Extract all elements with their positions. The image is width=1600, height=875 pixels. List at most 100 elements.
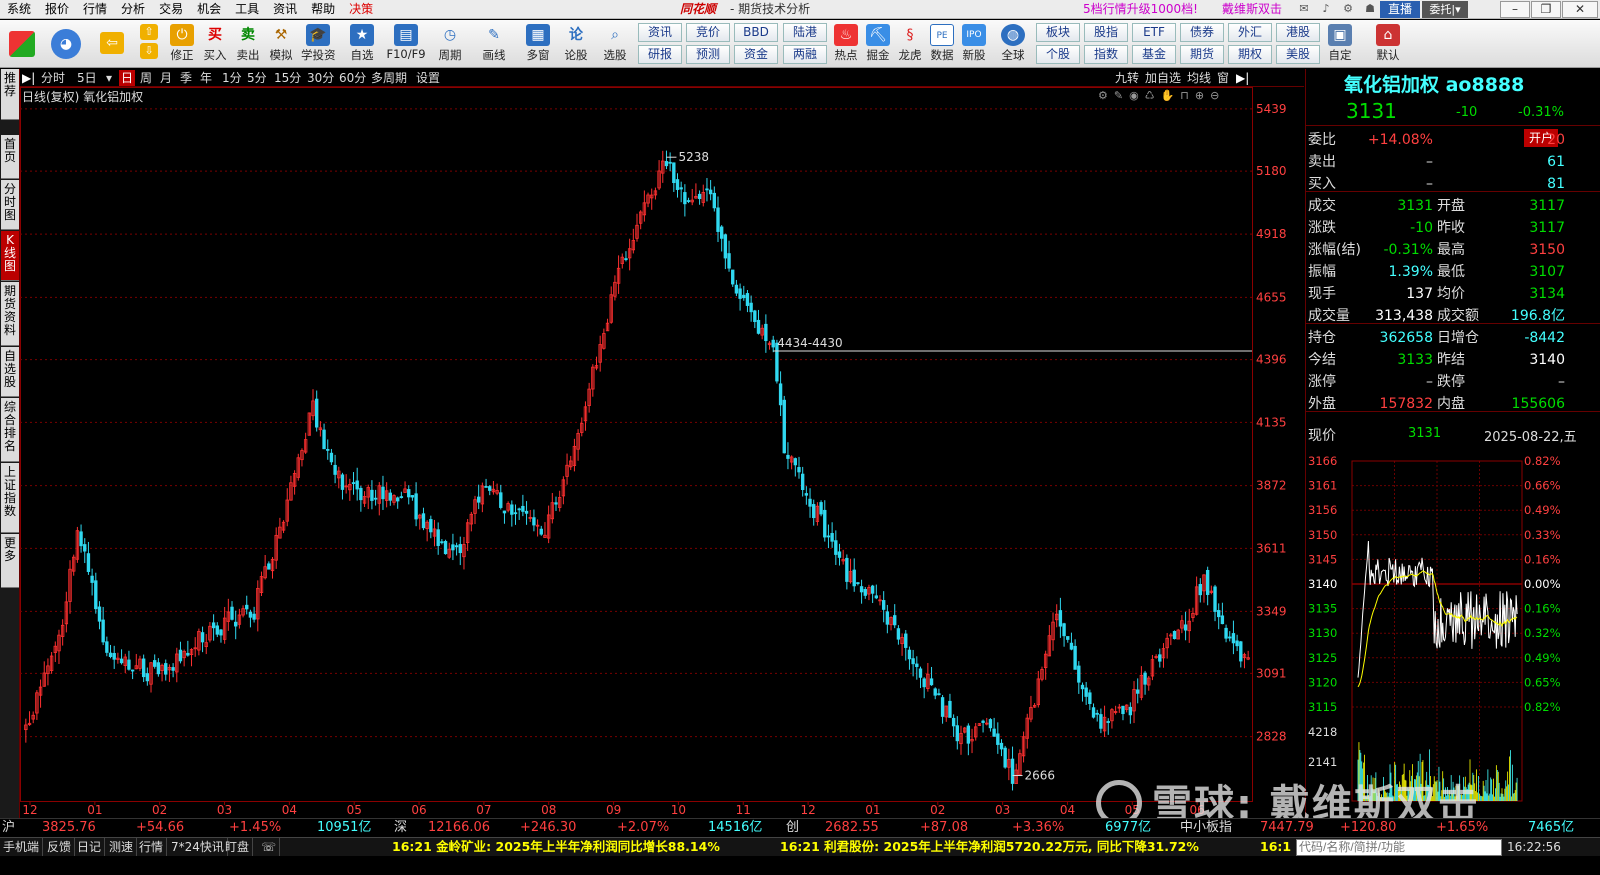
tool-stockpick[interactable]: ⌕ 选股: [596, 22, 634, 66]
period-5min[interactable]: 5分: [247, 70, 267, 86]
period-day[interactable]: 日: [119, 70, 136, 86]
menu-opportunity[interactable]: 机会: [190, 0, 228, 19]
tool-hotspot[interactable]: ♨ 热点: [830, 22, 862, 66]
entrust-button[interactable]: 委托|▾: [1422, 1, 1468, 18]
tab-watchlist[interactable]: 自选股: [1, 347, 19, 397]
btn-window[interactable]: 窗: [1217, 70, 1229, 86]
play-icon[interactable]: ▶|: [22, 70, 35, 86]
index-cy-name[interactable]: 创: [786, 819, 799, 837]
home-logo-button[interactable]: [6, 22, 38, 66]
tool-dragon[interactable]: § 龙虎: [894, 22, 926, 66]
btn-ma[interactable]: 均线: [1187, 70, 1211, 86]
tab-ranking[interactable]: 综合排名: [1, 398, 19, 462]
tab-sh-index[interactable]: 上证指数: [1, 463, 19, 533]
tab-kline[interactable]: K线图: [1, 231, 19, 281]
index-sz-name[interactable]: 深: [394, 819, 407, 837]
btn-auction[interactable]: 竞价: [686, 23, 730, 42]
tool-ipo[interactable]: IPO 新股: [958, 22, 990, 66]
btn-bond[interactable]: 债券: [1180, 23, 1224, 42]
btn-speedtest[interactable]: 测速: [106, 838, 138, 856]
user-name[interactable]: 戴维斯双击: [1222, 0, 1282, 19]
menu-analysis[interactable]: 分析: [114, 0, 152, 19]
period-timeshare[interactable]: 分时: [41, 70, 65, 86]
tool-f10[interactable]: ▤ F10/F9: [386, 22, 426, 66]
tool-forum[interactable]: 论论股: [560, 22, 592, 66]
btn-hk-connect[interactable]: 陆港: [783, 23, 827, 42]
back-button[interactable]: ⇦: [96, 22, 128, 66]
btn-futures[interactable]: 期货: [1180, 45, 1224, 64]
tool-watchlist[interactable]: ★ 自选: [343, 22, 381, 66]
btn-forex[interactable]: 外汇: [1228, 23, 1272, 42]
period-multi[interactable]: 多周期: [371, 70, 407, 86]
tab-recommend[interactable]: 推荐: [1, 69, 19, 120]
period-30min[interactable]: 30分: [307, 70, 334, 86]
period-5day[interactable]: 5日: [77, 70, 97, 86]
tool-buy[interactable]: 买买入: [199, 22, 231, 66]
btn-add-watch[interactable]: 加自选: [1145, 70, 1181, 86]
btn-mobile[interactable]: 手机端: [0, 838, 44, 856]
restore-button[interactable]: ❐: [1531, 1, 1561, 18]
tool-sell[interactable]: 卖卖出: [232, 22, 264, 66]
tab-timeshare[interactable]: 分时图: [1, 180, 19, 230]
menu-trade[interactable]: 交易: [152, 0, 190, 19]
period-60min[interactable]: 60分: [339, 70, 366, 86]
btn-nine-turn[interactable]: 九转: [1115, 70, 1139, 86]
tool-simulate[interactable]: ⚒ 模拟: [265, 22, 297, 66]
btn-feedback[interactable]: 反馈: [44, 838, 76, 856]
pen-icon[interactable]: ✎: [1114, 89, 1129, 102]
btn-research[interactable]: 研报: [638, 45, 682, 64]
tool-multiwindow[interactable]: ▦ 多窗: [519, 22, 557, 66]
collapse-icon[interactable]: ▶|: [1236, 70, 1249, 86]
tool-custom[interactable]: ▣ 自定: [1322, 22, 1358, 66]
chart-settings[interactable]: 设置: [416, 70, 440, 86]
index-sh-name[interactable]: 沪: [2, 819, 15, 837]
tool-fix[interactable]: ⏻ 修正: [166, 22, 198, 66]
hand-icon[interactable]: ✋: [1161, 89, 1181, 102]
tool-global[interactable]: ◍ 全球: [994, 22, 1032, 66]
btn-us-stock[interactable]: 美股: [1276, 45, 1320, 64]
btn-bbd[interactable]: BBD: [734, 23, 778, 42]
news-ticker-3[interactable]: 16:1: [1260, 838, 1291, 856]
close-button[interactable]: ✕: [1562, 1, 1598, 18]
bell-icon[interactable]: ♪: [1318, 2, 1334, 16]
chat-icon[interactable]: ☏: [258, 838, 281, 856]
menu-decision[interactable]: 决策: [342, 0, 380, 19]
news-ticker-1[interactable]: 16:21 金岭矿业: 2025年上半年净利润同比增长88.14%: [392, 838, 720, 856]
btn-diary[interactable]: 日记: [74, 838, 106, 856]
zoom-in-icon[interactable]: ⊕: [1195, 89, 1210, 102]
menu-news[interactable]: 资讯: [266, 0, 304, 19]
zoom-out-icon[interactable]: ⊖: [1210, 89, 1225, 102]
btn-news[interactable]: 资讯: [638, 23, 682, 42]
btn-etf[interactable]: ETF: [1132, 23, 1176, 42]
btn-watch[interactable]: 盯盘: [222, 838, 254, 856]
tool-default[interactable]: ⌂ 默认: [1370, 22, 1406, 66]
news-ticker-2[interactable]: 16:21 利君股份: 2025年上半年净利润5720.22万元, 同比下降31…: [780, 838, 1199, 856]
promo-link[interactable]: 5档行情升级1000档!: [1083, 0, 1198, 19]
btn-index[interactable]: 指数: [1084, 45, 1128, 64]
btn-index-futures[interactable]: 股指: [1084, 23, 1128, 42]
intraday-chart[interactable]: 3166 0.82% 3161 0.66% 3156 0.49% 3150 0.33% 3145…: [1306, 449, 1600, 819]
mail-icon[interactable]: ✉: [1296, 2, 1312, 16]
menu-market[interactable]: 行情: [76, 0, 114, 19]
period-week[interactable]: 周: [140, 70, 152, 86]
kline-svg[interactable]: 5439 5180 4918 4655 4396 4135 3872 3611 3349 3091…: [20, 87, 1304, 818]
tab-more[interactable]: 更多: [1, 534, 19, 588]
tab-home[interactable]: 首页: [1, 135, 19, 179]
btn-options[interactable]: 期权: [1228, 45, 1272, 64]
live-button[interactable]: 直播: [1380, 1, 1420, 18]
period-1min[interactable]: 1分: [222, 70, 242, 86]
period-quarter[interactable]: 季: [180, 70, 192, 86]
assistant-button[interactable]: ◕: [50, 22, 82, 66]
btn-stock[interactable]: 个股: [1036, 45, 1080, 64]
gear-icon[interactable]: ⚙: [1340, 2, 1356, 16]
btn-fund[interactable]: 基金: [1132, 45, 1176, 64]
index-sme-name[interactable]: 中小板指: [1180, 819, 1232, 837]
period-15min[interactable]: 15分: [274, 70, 301, 86]
tool-learn[interactable]: 🎓 学投资: [301, 22, 336, 66]
btn-quote[interactable]: 行情: [136, 838, 168, 856]
eye-icon[interactable]: ◉: [1129, 89, 1145, 102]
shirt-icon[interactable]: ☗: [1362, 2, 1378, 16]
btn-forecast[interactable]: 预测: [686, 45, 730, 64]
lock-icon[interactable]: ⊓: [1180, 89, 1195, 102]
btn-sector[interactable]: 板块: [1036, 23, 1080, 42]
